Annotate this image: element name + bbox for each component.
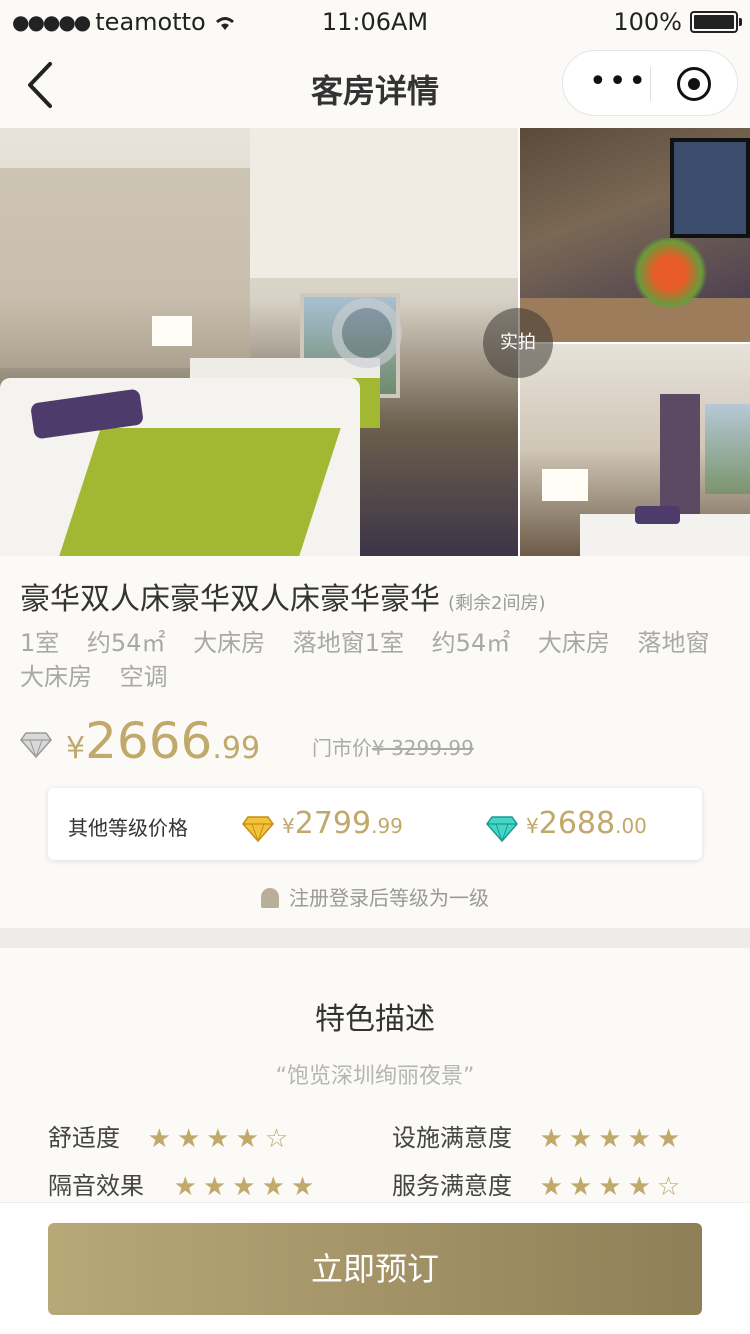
- rating-label: 舒适度: [48, 1124, 120, 1152]
- bell-icon: [261, 888, 279, 908]
- price-decimal: .99: [212, 731, 261, 766]
- room-tag: 落地窗1室: [292, 629, 405, 657]
- level-price-integer: 2799: [294, 806, 372, 841]
- close-target-icon[interactable]: [677, 67, 711, 101]
- status-bar: ●●●●● teamotto 11:06AM 100%: [0, 0, 750, 44]
- features-quote: “饱览深圳绚丽夜景”: [275, 1064, 475, 1089]
- battery-percent: 100%: [613, 8, 682, 36]
- room-gallery: 实拍: [0, 128, 750, 556]
- level-price-decimal: .00: [615, 814, 647, 838]
- room-tag: 空调: [119, 663, 168, 691]
- live-photo-button[interactable]: 实拍: [483, 308, 553, 378]
- rating-label: 隔音效果: [48, 1172, 144, 1200]
- star-rating: ★★★★★: [173, 1172, 321, 1202]
- market-price-label: 门市价: [312, 736, 372, 760]
- more-icon[interactable]: •••: [589, 67, 648, 97]
- level-price-decimal: .99: [371, 814, 403, 838]
- rating-facilities: 设施满意度 ★★★★★: [392, 1118, 686, 1154]
- market-price-value: ¥ 3299.99: [372, 736, 474, 760]
- section-divider: [0, 928, 750, 948]
- room-tag: 大床房: [193, 629, 266, 657]
- level-prices-label: 其他等级价格: [68, 816, 188, 840]
- teal-diamond-icon: [486, 815, 518, 842]
- rating-service: 服务满意度 ★★★★☆: [392, 1166, 686, 1202]
- room-tag: 大床房: [537, 629, 610, 657]
- register-hint: 注册登录后等级为一级: [0, 882, 750, 911]
- rating-comfort: 舒适度 ★★★★☆: [48, 1118, 294, 1154]
- room-tag: 1室: [20, 629, 60, 657]
- level-price-teal: ¥2688.00: [486, 806, 647, 842]
- level-prices-card: 其他等级价格 ¥2799.99 ¥2688.00: [48, 788, 702, 860]
- room-name: 豪华双人床豪华双人床豪华豪华: [20, 582, 440, 617]
- price-row: ¥2666.99 门市价¥ 3299.99: [20, 712, 730, 772]
- room-tag: 约54㎡: [431, 629, 511, 657]
- rating-label: 设施满意度: [392, 1124, 512, 1152]
- rooms-remaining: (剩余2间房): [448, 593, 546, 614]
- room-tags: 1室 约54㎡ 大床房 落地窗1室 约54㎡ 大床房 落地窗 大床房 空调: [20, 626, 730, 694]
- book-now-button[interactable]: 立即预订: [48, 1223, 702, 1315]
- battery-icon: [690, 11, 742, 33]
- nav-bar: 客房详情 •••: [0, 44, 750, 128]
- level-price-gold: ¥2799.99: [242, 806, 403, 842]
- member-price: ¥2666.99: [66, 712, 260, 770]
- rating-label: 服务满意度: [392, 1172, 512, 1200]
- mini-program-capsule: •••: [562, 50, 738, 116]
- level-currency: ¥: [526, 814, 539, 838]
- price-integer: 2666: [85, 712, 213, 770]
- star-rating: ★★★★☆: [147, 1124, 295, 1154]
- room-photo-main[interactable]: [0, 128, 518, 556]
- silver-diamond-icon: [20, 732, 52, 758]
- star-rating: ★★★★☆: [539, 1172, 687, 1202]
- level-price-integer: 2688: [538, 806, 616, 841]
- room-tag: 大床房: [20, 663, 92, 691]
- room-title: 豪华双人床豪华双人床豪华豪华 (剩余2间房): [20, 574, 546, 618]
- level-currency: ¥: [282, 814, 295, 838]
- room-photo-desk[interactable]: [520, 128, 750, 342]
- room-tag: 落地窗: [637, 629, 710, 657]
- price-currency: ¥: [66, 731, 86, 766]
- rating-soundproof: 隔音效果 ★★★★★: [48, 1166, 320, 1202]
- room-tag: 约54㎡: [86, 629, 166, 657]
- gold-diamond-icon: [242, 815, 274, 842]
- status-right: 100%: [613, 8, 742, 36]
- register-hint-text: 注册登录后等级为一级: [289, 886, 489, 910]
- features-title: 特色描述: [315, 1002, 435, 1037]
- panorama-icon[interactable]: [332, 298, 402, 368]
- star-rating: ★★★★★: [539, 1124, 687, 1154]
- capsule-divider: [650, 67, 651, 101]
- market-price: 门市价¥ 3299.99: [312, 732, 474, 761]
- room-photo-bed[interactable]: [520, 344, 750, 556]
- bottom-bar: 立即预订: [0, 1202, 750, 1334]
